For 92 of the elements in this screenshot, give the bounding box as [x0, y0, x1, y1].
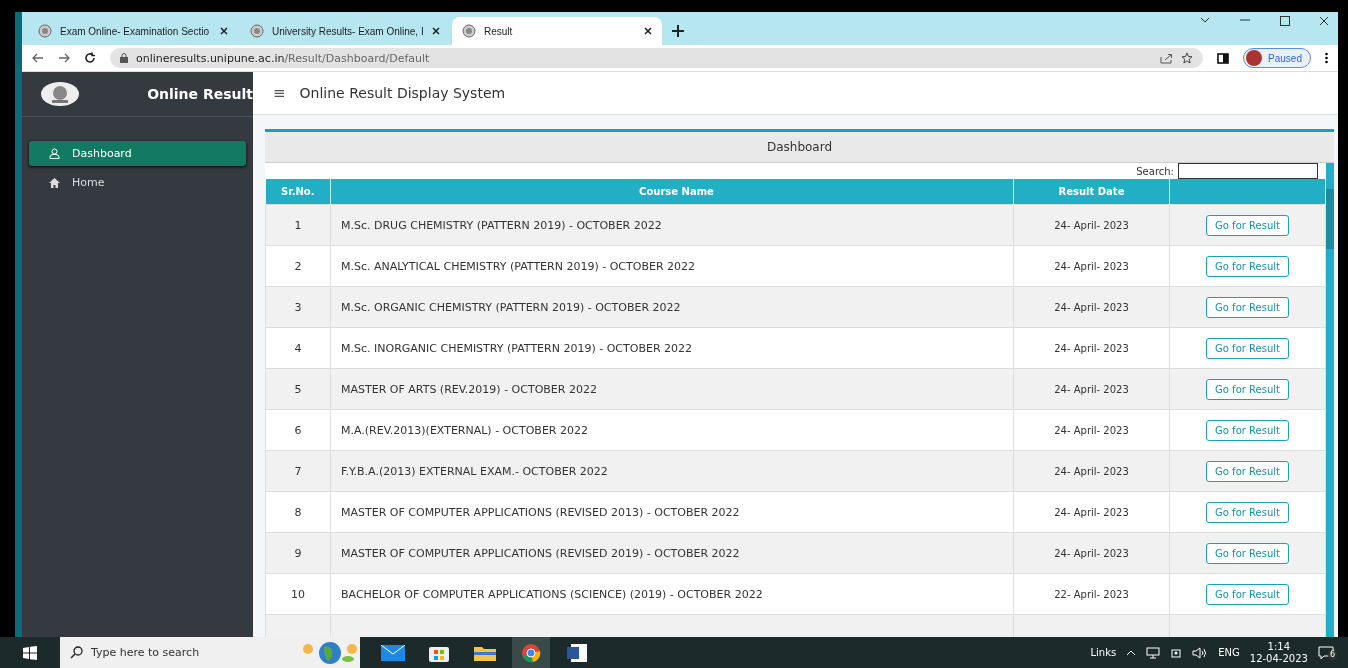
- minimize-icon[interactable]: [1240, 16, 1250, 24]
- table-cell: 22- April- 2023: [1013, 573, 1170, 615]
- table-cell: M.A.(REV.2013)(EXTERNAL) - OCTOBER 2022: [330, 409, 1014, 451]
- table-cell: 9: [265, 532, 331, 574]
- close-icon[interactable]: [432, 27, 440, 35]
- result-button[interactable]: Go for Result: [1206, 460, 1289, 482]
- maximize-icon[interactable]: [1280, 16, 1290, 26]
- table-cell: 24- April- 2023: [1013, 450, 1170, 492]
- home-icon: [49, 177, 60, 188]
- address-bar[interactable]: onlineresults.unipune.ac.in/Result/Dashboard/Default: [110, 48, 1204, 68]
- network-icon[interactable]: [1146, 646, 1161, 659]
- emblem-icon: [38, 24, 52, 38]
- table-cell: 5: [265, 368, 331, 410]
- menu-icon[interactable]: ≡: [273, 84, 286, 102]
- table-cell: 3: [265, 286, 331, 328]
- table-cell: 24- April- 2023: [1013, 532, 1170, 574]
- browser-tab[interactable]: Result: [452, 17, 662, 45]
- table-cell: 10: [265, 573, 331, 615]
- site-title: Online Result: [147, 86, 253, 102]
- more-icon[interactable]: [1325, 52, 1328, 64]
- table-cell: 24- April- 2023: [1013, 491, 1170, 533]
- column-header: Result Date: [1013, 179, 1170, 205]
- speaker-icon[interactable]: [1192, 646, 1209, 659]
- lock-icon: [120, 53, 128, 63]
- emblem-icon: [250, 24, 264, 38]
- table-cell: M.Sc. INORGANIC CHEMISTRY (PATTERN 2019) - OCTOBER 2022: [330, 327, 1014, 369]
- clock[interactable]: 1:14 12-04-2023: [1249, 640, 1308, 665]
- card-header: Dashboard: [265, 132, 1334, 163]
- sidebar-item[interactable]: Dashboard: [29, 141, 246, 166]
- column-header: Course Name: [330, 179, 1014, 205]
- table-cell: BACHELOR OF COMPUTER APPLICATIONS (SCIENCE) (2019) - OCTOBER 2022: [330, 573, 1014, 615]
- table-cell: 24- April- 2023: [1013, 368, 1170, 410]
- close-icon[interactable]: [644, 27, 652, 35]
- table-cell: 1: [265, 204, 331, 246]
- close-icon[interactable]: [220, 27, 228, 35]
- globe-flowers-icon: [300, 640, 360, 665]
- page-title: Online Result Display System: [299, 85, 506, 101]
- table-cell: 4: [265, 327, 331, 369]
- side-panel-icon[interactable]: [1217, 52, 1230, 64]
- result-button[interactable]: Go for Result: [1206, 419, 1289, 441]
- result-button[interactable]: Go for Result: [1206, 296, 1289, 318]
- result-button[interactable]: Go for Result: [1206, 214, 1289, 236]
- result-button[interactable]: Go for Result: [1206, 378, 1289, 400]
- browser-tab[interactable]: University Results- Exam Online, I: [240, 17, 450, 45]
- browser-tab[interactable]: Exam Online- Examination Sectio: [28, 17, 238, 45]
- star-icon[interactable]: [1181, 52, 1194, 64]
- meet-icon[interactable]: [1170, 646, 1183, 659]
- emblem-icon: [462, 24, 476, 38]
- browser-icon[interactable]: [512, 637, 550, 668]
- table-cell: 7: [265, 450, 331, 492]
- forward-icon[interactable]: [58, 53, 70, 63]
- language-indicator[interactable]: ENG: [1218, 647, 1240, 658]
- table-cell: 24- April- 2023: [1013, 245, 1170, 287]
- user-icon: [49, 148, 60, 159]
- result-button[interactable]: Go for Result: [1206, 542, 1289, 564]
- scrollbar[interactable]: [1326, 163, 1334, 637]
- table-cell: M.Sc. DRUG CHEMISTRY (PATTERN 2019) - OCTOBER 2022: [330, 204, 1014, 246]
- sidebar-item[interactable]: Home: [29, 170, 246, 195]
- windows-icon[interactable]: [23, 645, 37, 660]
- table-cell: MASTER OF ARTS (REV.2019) - OCTOBER 2022: [330, 368, 1014, 410]
- column-header: Sr.No.: [265, 179, 331, 205]
- result-button[interactable]: Go for Result: [1206, 337, 1289, 359]
- table-cell: F.Y.B.A.(2013) EXTERNAL EXAM.- OCTOBER 2022: [330, 450, 1014, 492]
- table-cell: 8: [265, 491, 331, 533]
- table-cell: 24- April- 2023: [1013, 204, 1170, 246]
- table-cell: M.Sc. ORGANIC CHEMISTRY (PATTERN 2019) - OCTOBER 2022: [330, 286, 1014, 328]
- links-toolbar[interactable]: Links: [1090, 647, 1117, 658]
- table-cell: 24- April- 2023: [1013, 409, 1170, 451]
- result-button[interactable]: Go for Result: [1206, 583, 1289, 605]
- new-tab-icon[interactable]: [672, 25, 684, 37]
- share-icon[interactable]: [1160, 52, 1174, 64]
- university-emblem-icon: [40, 81, 80, 107]
- table-cell: MASTER OF COMPUTER APPLICATIONS (REVISED 2013) - OCTOBER 2022: [330, 491, 1014, 533]
- table-cell: MASTER OF COMPUTER APPLICATIONS (REVISED 2019) - OCTOBER 2022: [330, 532, 1014, 574]
- back-icon[interactable]: [32, 53, 44, 63]
- close-icon[interactable]: [1320, 16, 1328, 26]
- profile-button[interactable]: Paused: [1243, 48, 1311, 68]
- result-button[interactable]: Go for Result: [1206, 501, 1289, 523]
- table-cell: 24- April- 2023: [1013, 286, 1170, 328]
- table-cell: 24- April- 2023: [1013, 327, 1170, 369]
- table-cell: 6: [265, 409, 331, 451]
- search-label: Search:: [1136, 165, 1174, 177]
- chevron-down-icon[interactable]: [1200, 16, 1210, 24]
- taskbar-search[interactable]: Type here to search: [60, 637, 360, 668]
- result-button[interactable]: Go for Result: [1206, 255, 1289, 277]
- search-field[interactable]: [1178, 163, 1318, 179]
- chevron-up-icon[interactable]: [1126, 649, 1137, 656]
- avatar-icon: [1246, 50, 1263, 66]
- table-cell: M.Sc. ANALYTICAL CHEMISTRY (PATTERN 2019) - OCTOBER 2022: [330, 245, 1014, 287]
- search-icon: [70, 646, 83, 659]
- table-cell: 2: [265, 245, 331, 287]
- reload-icon[interactable]: [84, 52, 96, 64]
